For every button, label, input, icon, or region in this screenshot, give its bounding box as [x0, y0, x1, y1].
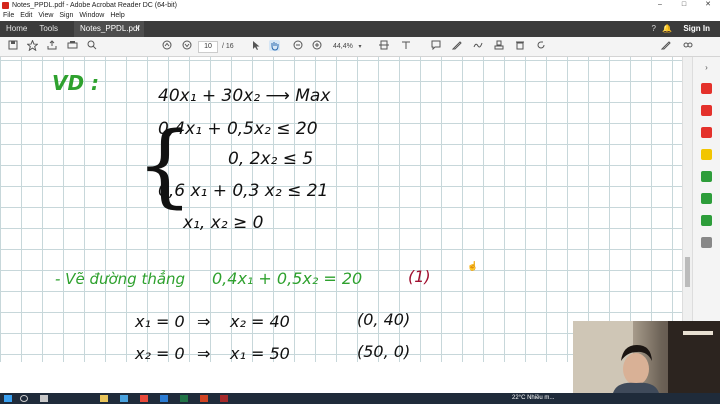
page-number-input[interactable]: 10	[198, 41, 218, 53]
word-icon[interactable]	[160, 395, 168, 402]
close-window-button[interactable]: ✕	[696, 0, 720, 10]
row1-result: x₂ = 40	[230, 312, 290, 331]
acrobat-taskbar-icon[interactable]	[220, 395, 228, 402]
acrobat-app-icon	[2, 1, 9, 9]
zoom-out-icon[interactable]	[292, 40, 304, 54]
edit-pdf-icon[interactable]	[701, 127, 712, 138]
vertical-scrollbar[interactable]	[682, 57, 692, 362]
next-page-icon[interactable]	[180, 40, 194, 54]
line-equation: 0,4x₁ + 0,5x₂ = 20	[212, 269, 363, 288]
help-icon[interactable]: ?	[652, 21, 656, 37]
hand-tool-icon[interactable]	[268, 40, 280, 54]
taskbar: 22°C Nhiều m...	[0, 362, 720, 404]
menu-edit[interactable]: Edit	[20, 12, 32, 19]
tab-tools[interactable]: Tools	[33, 21, 64, 37]
constraint-1: 0,4x₁ + 0,5x₂ ≤ 20	[158, 119, 318, 139]
row2-assumption: x₂ = 0	[135, 344, 185, 362]
window-title: Notes_PPDL.pdf - Adobe Acrobat Reader DC…	[12, 1, 177, 9]
menu-file[interactable]: File	[3, 12, 14, 19]
scroll-mode-icon[interactable]	[400, 40, 412, 54]
nonnegativity-constraint: x₁, x₂ ≥ 0	[183, 213, 264, 233]
constraint-2: 0, 2x₂ ≤ 5	[228, 149, 314, 169]
create-pdf-icon[interactable]	[701, 105, 712, 116]
row1-assumption: x₁ = 0	[135, 312, 185, 331]
select-cursor-icon[interactable]	[250, 40, 262, 54]
windows-start-icon[interactable]	[4, 395, 12, 402]
comment-tool-icon[interactable]	[701, 149, 712, 160]
close-tab-icon[interactable]: ×	[135, 21, 140, 37]
powerpoint-icon[interactable]	[200, 395, 208, 402]
rotate-icon[interactable]	[535, 40, 547, 54]
minimize-button[interactable]: –	[648, 0, 672, 10]
row1-implies: ⇒	[197, 312, 211, 331]
zoom-level-dropdown[interactable]: 44,4%	[333, 41, 353, 53]
comment-icon[interactable]	[430, 40, 442, 54]
tab-home[interactable]: Home	[0, 21, 33, 37]
tab-document-label: Notes_PPDL.pdf	[80, 24, 140, 33]
tab-document[interactable]: Notes_PPDL.pdf ×	[74, 21, 145, 37]
previous-page-icon[interactable]	[160, 40, 174, 54]
scrollbar-thumb[interactable]	[685, 257, 690, 287]
window-controls: – □ ✕	[648, 0, 720, 10]
example-label: VD :	[52, 71, 100, 95]
taskbar-search-icon[interactable]	[20, 395, 28, 402]
taskbar-bar: 22°C Nhiều m...	[0, 393, 720, 404]
fit-page-icon[interactable]	[378, 40, 390, 54]
collapse-panel-icon[interactable]: ›	[701, 63, 712, 74]
row1-point: (0, 40)	[357, 310, 411, 329]
toolbar: 10 / 16 44,4% ▾	[0, 37, 720, 57]
row2-point: (50, 0)	[357, 342, 411, 361]
hand-cursor-icon: ☝	[467, 261, 479, 271]
file-explorer-icon[interactable]	[100, 395, 108, 402]
delete-icon[interactable]	[514, 40, 526, 54]
title-bar: Notes_PPDL.pdf - Adobe Acrobat Reader DC…	[0, 0, 720, 10]
bookmark-star-icon[interactable]	[25, 39, 39, 54]
tab-bar: Home Tools Notes_PPDL.pdf × ? 🔔 Sign In	[0, 21, 720, 37]
share-icon[interactable]	[682, 40, 694, 54]
task-view-icon[interactable]	[40, 395, 48, 402]
sign-in-button[interactable]: Sign In	[683, 21, 710, 37]
menu-view[interactable]: View	[38, 12, 53, 19]
row2-implies: ⇒	[197, 344, 211, 362]
organize-pages-icon[interactable]	[701, 193, 712, 204]
compress-pdf-icon[interactable]	[701, 215, 712, 226]
chrome-icon[interactable]	[140, 395, 148, 402]
more-tools-icon[interactable]	[701, 237, 712, 248]
menu-help[interactable]: Help	[110, 12, 124, 19]
pen-icon[interactable]	[451, 40, 463, 54]
print-icon[interactable]	[65, 40, 79, 54]
draw-line-heading: - Vẽ đường thẳng	[55, 270, 186, 288]
combine-files-icon[interactable]	[701, 171, 712, 182]
edit-document-icon[interactable]	[660, 40, 672, 54]
page-count: / 16	[222, 43, 234, 50]
save-icon[interactable]	[6, 40, 20, 54]
zoom-in-icon[interactable]	[311, 40, 323, 54]
sign-icon[interactable]	[472, 40, 484, 54]
stamp-icon[interactable]	[493, 40, 505, 54]
constraint-3: 0,6 x₁ + 0,3 x₂ ≤ 21	[158, 181, 329, 201]
upload-share-icon[interactable]	[45, 40, 59, 54]
objective-function: 40x₁ + 30x₂ ⟶ Max	[158, 86, 331, 106]
edge-browser-icon[interactable]	[120, 395, 128, 402]
bell-icon[interactable]: 🔔	[662, 21, 672, 37]
weather-widget[interactable]: 22°C Nhiều m...	[512, 393, 554, 404]
menu-bar: File Edit View Sign Window Help	[0, 10, 720, 21]
menu-window[interactable]: Window	[79, 12, 104, 19]
maximize-button[interactable]: □	[672, 0, 696, 10]
menu-sign[interactable]: Sign	[59, 12, 73, 19]
document-page[interactable]: VD : 40x₁ + 30x₂ ⟶ Max { 0,4x₁ + 0,5x₂ ≤…	[0, 57, 682, 362]
line-number: (1)	[408, 267, 431, 286]
search-icon[interactable]	[85, 40, 99, 54]
row2-result: x₁ = 50	[230, 344, 290, 362]
tools-side-panel: ›	[692, 57, 720, 322]
excel-icon[interactable]	[180, 395, 188, 402]
chevron-down-icon[interactable]: ▾	[356, 40, 364, 54]
export-pdf-icon[interactable]	[701, 83, 712, 94]
